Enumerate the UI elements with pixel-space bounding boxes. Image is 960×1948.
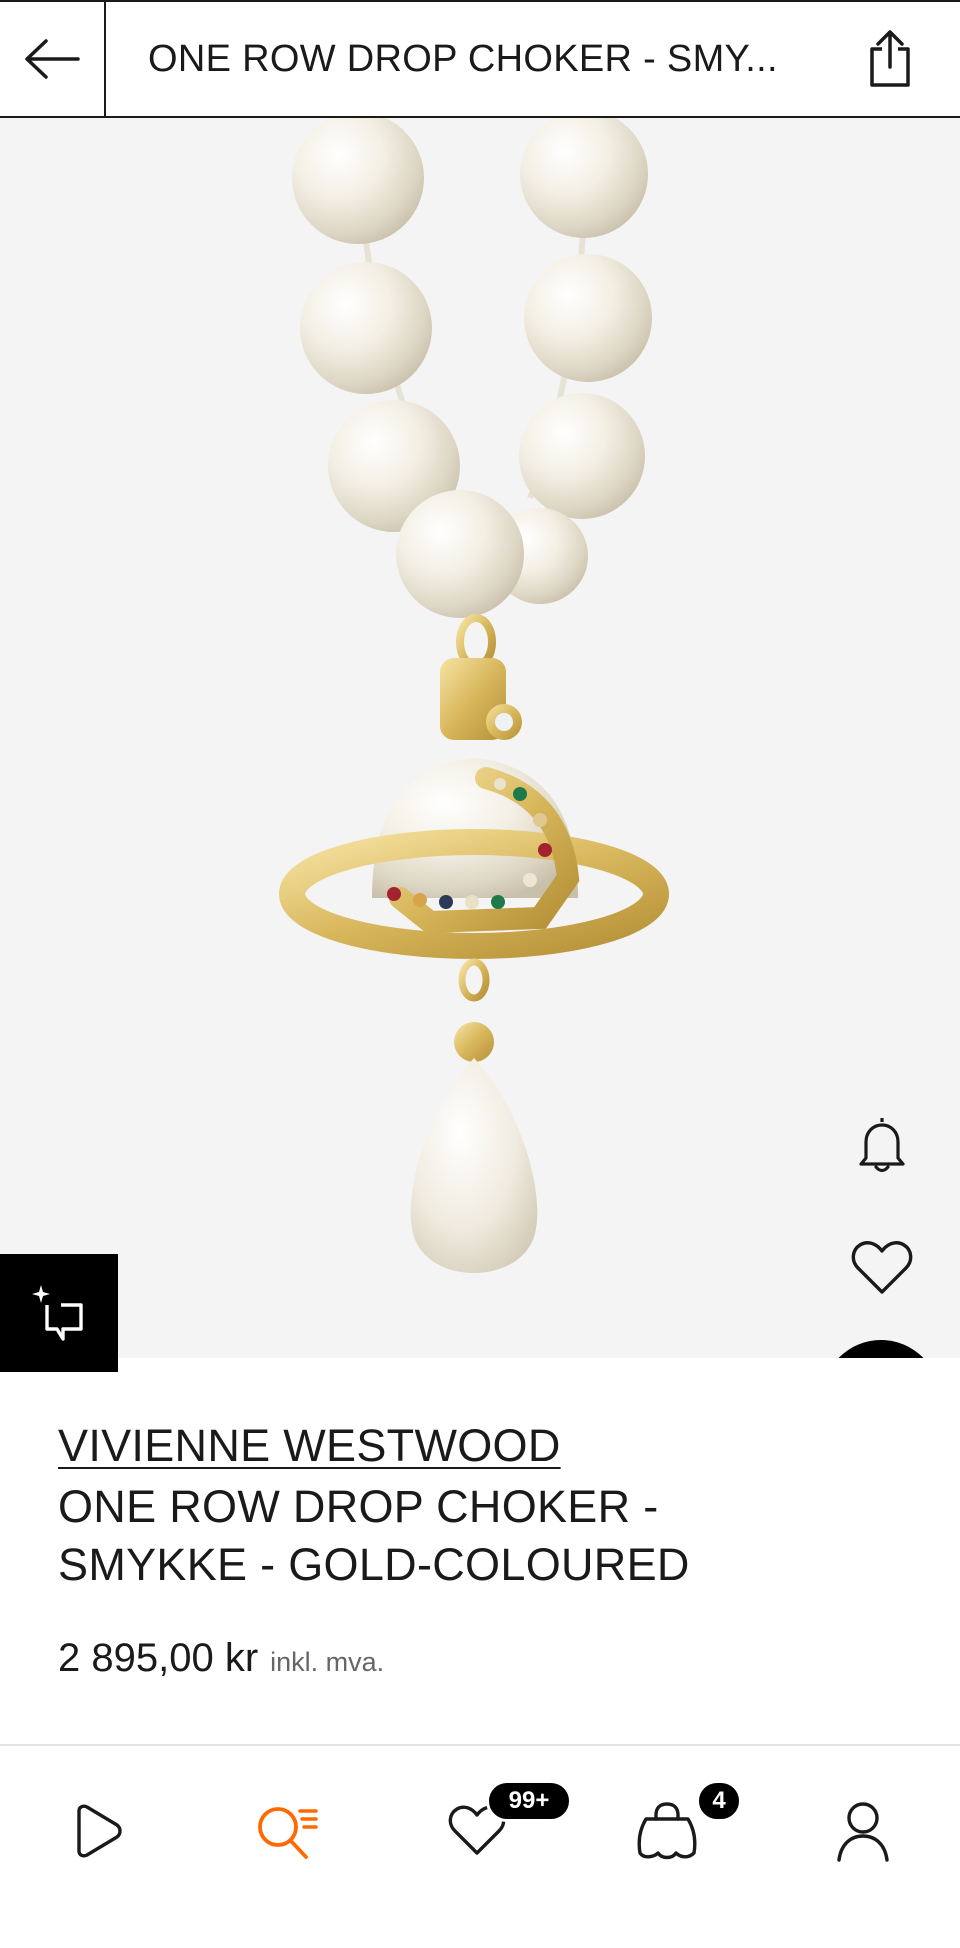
user-icon (837, 1802, 889, 1862)
share-button[interactable] (840, 2, 940, 116)
bag-count-badge: 4 (696, 1780, 742, 1822)
bottom-navigation: 99+ 4 (0, 1746, 960, 1948)
find-similar-button[interactable] (0, 1254, 118, 1372)
tax-note: inkl. mva. (270, 1647, 385, 1677)
product-image[interactable] (0, 118, 960, 1358)
nav-profile[interactable] (808, 1776, 918, 1886)
bell-icon (859, 1118, 905, 1173)
wishlist-count-badge: 99+ (486, 1780, 572, 1822)
price: 2 895,00 kr (58, 1636, 259, 1680)
back-button[interactable] (0, 2, 106, 116)
nav-wishlist[interactable]: 99+ (422, 1776, 572, 1886)
page-title: ONE ROW DROP CHOKER - SMY... (148, 37, 778, 80)
shopping-bag-icon (637, 1802, 697, 1860)
brand-link[interactable]: VIVIENNE WESTWOOD (58, 1420, 561, 1472)
play-outline-icon (77, 1804, 122, 1858)
top-bar: ONE ROW DROP CHOKER - SMY... (0, 0, 960, 118)
product-name: ONE ROW DROP CHOKER - SMYKKE - GOLD-COLO… (58, 1481, 690, 1590)
search-list-icon (258, 1807, 318, 1859)
nav-home[interactable] (42, 1776, 152, 1886)
nav-bag[interactable]: 4 (612, 1776, 742, 1886)
share-icon (870, 30, 910, 87)
arrow-left-icon (25, 39, 80, 79)
necklace-photo (279, 118, 669, 1273)
sparkle-crop-icon (32, 1285, 83, 1341)
price-row: 2 895,00 kr inkl. mva. (58, 1636, 384, 1681)
heart-icon (851, 1241, 913, 1294)
notify-button[interactable] (842, 1104, 922, 1184)
wishlist-button[interactable] (842, 1228, 922, 1308)
nav-search[interactable] (232, 1776, 342, 1886)
